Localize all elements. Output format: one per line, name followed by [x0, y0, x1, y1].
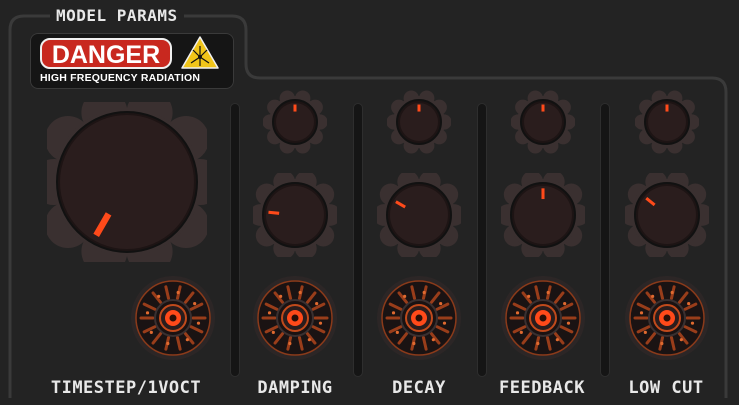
column-divider [354, 104, 362, 376]
label-damping: DAMPING [257, 378, 333, 398]
column-divider [478, 104, 486, 376]
knob-decay[interactable] [377, 173, 461, 257]
knob-damping-attenuverter[interactable] [263, 90, 327, 154]
jack-timestep-cv[interactable] [128, 273, 218, 363]
label-feedback: FEEDBACK [499, 378, 585, 398]
label-timestep: TIMESTEP/1VOCT [50, 378, 202, 398]
knob-decay-attenuverter[interactable] [387, 90, 451, 154]
danger-badge: DANGER [40, 38, 172, 69]
jack-low_cut-cv[interactable] [622, 273, 712, 363]
knob-low_cut-attenuverter[interactable] [635, 90, 699, 154]
knob-indicator [268, 210, 280, 215]
knob-feedback[interactable] [501, 173, 585, 257]
radiation-warning-icon [181, 36, 219, 69]
label-low-cut: LOW CUT [628, 378, 704, 398]
column-divider [601, 104, 609, 376]
knob-low_cut[interactable] [625, 173, 709, 257]
danger-sublabel: HIGH FREQUENCY RADIATION [40, 72, 201, 84]
jack-damping-cv[interactable] [250, 273, 340, 363]
knob-timestep[interactable] [47, 102, 207, 262]
knob-feedback-attenuverter[interactable] [511, 90, 575, 154]
panel-title: MODEL PARAMS [50, 6, 184, 25]
danger-warning-label: DANGER HIGH FREQUENCY RADIATION [30, 33, 234, 89]
jack-decay-cv[interactable] [374, 273, 464, 363]
jack-feedback-cv[interactable] [498, 273, 588, 363]
column-divider [231, 104, 239, 376]
knob-damping[interactable] [253, 173, 337, 257]
label-decay: DECAY [392, 378, 446, 398]
